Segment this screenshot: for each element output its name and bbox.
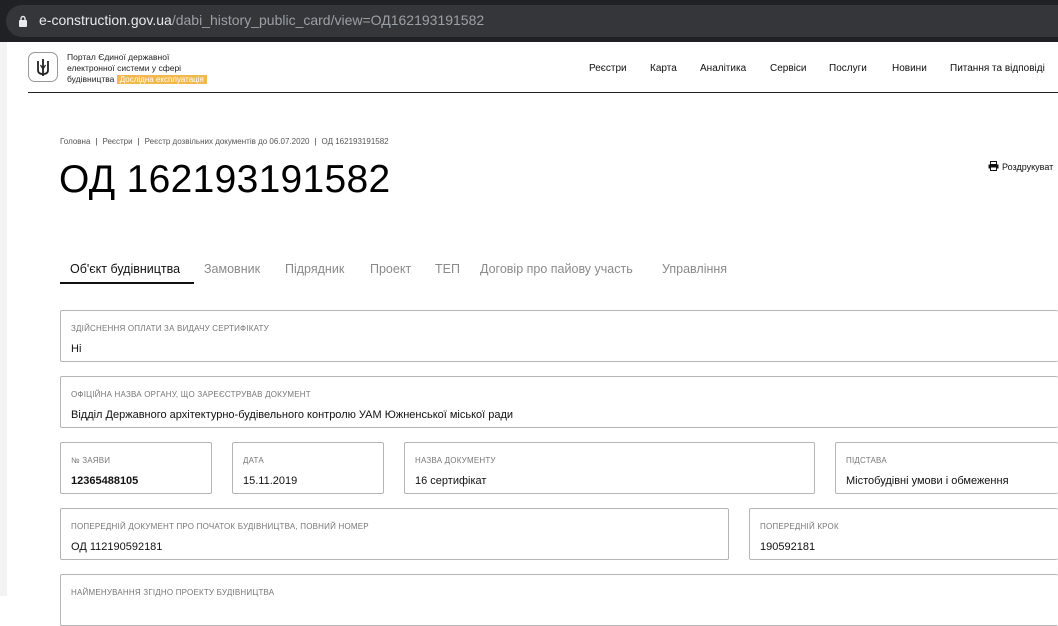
field-label: Назва документу <box>415 456 496 465</box>
authority-field: Офіційна назва органу, що зареєстрував д… <box>60 376 1058 428</box>
page-left-edge <box>0 42 7 596</box>
lock-icon <box>19 15 27 27</box>
breadcrumb-separator: | <box>314 137 317 146</box>
payment-field: Здійснення оплати за видачу сертифікату … <box>60 310 1058 362</box>
breadcrumb-separator: | <box>95 137 98 146</box>
tab-contractor[interactable]: Підрядник <box>285 262 344 276</box>
nav-offerings[interactable]: Послуги <box>829 63 867 74</box>
field-value: Містобудівні умови і обмеження <box>846 475 1009 487</box>
date-field: Дата 15.11.2019 <box>232 442 384 494</box>
breadcrumb-separator: | <box>137 137 140 146</box>
nav-analytics[interactable]: Аналітика <box>700 63 746 74</box>
application-number-field: № заяви 12365488105 <box>60 442 212 494</box>
url-text: e-construction.gov.ua/dabi_history_publi… <box>39 12 484 28</box>
field-value: 15.11.2019 <box>243 475 298 487</box>
trident-icon <box>37 59 49 76</box>
nav-map[interactable]: Карта <box>650 63 677 74</box>
field-label: Здійснення оплати за видачу сертифікату <box>71 324 269 333</box>
trident-logo-icon[interactable] <box>28 52 58 82</box>
field-value: 190592181 <box>760 541 816 553</box>
field-label: Попередній документ про початок будівниц… <box>71 522 369 531</box>
print-label: Роздрукуват <box>1002 162 1054 172</box>
project-name-field: Найменування згідно проекту будівництва <box>60 574 1058 626</box>
field-label: Офіційна назва органу, що зареєстрував д… <box>71 390 311 399</box>
breadcrumb: Головна | Реєстри | Реєстр дозвільних докуме… <box>60 137 389 146</box>
field-value: ОД 112190592181 <box>71 541 163 553</box>
breadcrumb-home[interactable]: Головна <box>60 137 90 146</box>
field-value: 12365488105 <box>71 475 139 487</box>
tab-tep[interactable]: ТЕП <box>435 262 460 276</box>
previous-step-field: Попередній крок 190592181 <box>749 508 1058 560</box>
portal-name[interactable]: Портал Єдиної державної електронної сист… <box>67 52 207 85</box>
field-label: № заяви <box>71 456 111 465</box>
tab-project[interactable]: Проект <box>370 262 411 276</box>
portal-line-1: Портал Єдиної державної <box>67 52 170 62</box>
field-value: 16 сертифікат <box>415 475 487 487</box>
browser-address-bar: e-construction.gov.ua/dabi_history_publi… <box>0 0 1058 42</box>
field-value: Ні <box>71 343 82 355</box>
url-field[interactable]: e-construction.gov.ua/dabi_history_publi… <box>6 5 1058 37</box>
field-value: Відділ Державного архітектурно-будівельн… <box>71 409 514 421</box>
url-path: /dabi_history_public_card/view=ОД1621931… <box>171 12 485 28</box>
field-label: Попередній крок <box>760 522 839 531</box>
document-name-field: Назва документу 16 сертифікат <box>404 442 815 494</box>
field-label: Дата <box>243 456 264 465</box>
tab-management[interactable]: Управління <box>662 262 727 276</box>
portal-line-2: електронної системи у сфері <box>67 63 182 73</box>
field-label: Підстава <box>846 456 887 465</box>
previous-document-field: Попередній документ про початок будівниц… <box>60 508 729 560</box>
tab-customer[interactable]: Замовник <box>204 262 260 276</box>
print-button[interactable]: Роздрукуват <box>988 161 1053 172</box>
breadcrumb-registries[interactable]: Реєстри <box>102 137 132 146</box>
portal-line-3: будівництва <box>67 74 115 84</box>
printer-icon <box>988 161 999 171</box>
tab-equity-agreement[interactable]: Договір про пайову участь <box>480 262 633 276</box>
page-title: ОД 162193191582 <box>59 158 391 201</box>
beta-badge: Дослідна експлуатація <box>116 75 207 84</box>
active-tab-indicator <box>60 282 194 284</box>
nav-registries[interactable]: Реєстри <box>589 63 627 74</box>
breadcrumb-current: ОД 162193191582 <box>321 137 389 146</box>
url-domain: e-construction.gov.ua <box>39 12 172 28</box>
nav-services[interactable]: Сервіси <box>770 63 806 74</box>
basis-field: Підстава Містобудівні умови і обмеження <box>835 442 1058 494</box>
tab-construction-object[interactable]: Об'єкт будівництва <box>70 262 180 276</box>
nav-news[interactable]: Новини <box>892 63 927 74</box>
site-header: Портал Єдиної державної електронної сист… <box>28 42 1058 93</box>
nav-faq[interactable]: Питання та відповіді <box>950 63 1045 74</box>
breadcrumb-registry[interactable]: Реєстр дозвільних документів до 06.07.20… <box>145 137 310 146</box>
